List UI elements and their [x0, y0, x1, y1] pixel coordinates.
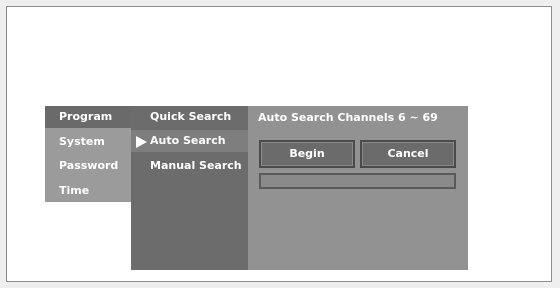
sub-item-quick-search[interactable]: Quick Search	[131, 106, 248, 128]
panel-title: Auto Search Channels 6 ~ 69	[258, 111, 438, 124]
main-menu: Program System Password Time	[45, 106, 131, 202]
menu-item-label: System	[59, 135, 105, 148]
triangle-right-icon	[136, 136, 147, 148]
sub-menu: Quick Search Auto Search Manual Search	[131, 106, 248, 270]
sub-item-label: Quick Search	[150, 110, 232, 123]
menu-item-system[interactable]: System	[45, 131, 131, 153]
begin-button[interactable]: Begin	[259, 140, 355, 168]
sub-item-auto-search[interactable]: Auto Search	[131, 130, 248, 152]
sub-item-label: Auto Search	[150, 134, 226, 147]
auto-search-panel: Auto Search Channels 6 ~ 69 Begin Cancel	[248, 106, 468, 270]
cancel-button[interactable]: Cancel	[360, 140, 456, 168]
menu-item-program[interactable]: Program	[45, 106, 131, 128]
menu-item-password[interactable]: Password	[45, 155, 131, 177]
menu-item-label: Program	[59, 110, 113, 123]
menu-item-label: Password	[59, 159, 119, 172]
search-progress-bar	[259, 173, 456, 189]
menu-item-time[interactable]: Time	[45, 180, 131, 202]
menu-item-label: Time	[59, 184, 90, 197]
sub-item-label: Manual Search	[150, 159, 242, 172]
sub-item-manual-search[interactable]: Manual Search	[131, 155, 248, 177]
